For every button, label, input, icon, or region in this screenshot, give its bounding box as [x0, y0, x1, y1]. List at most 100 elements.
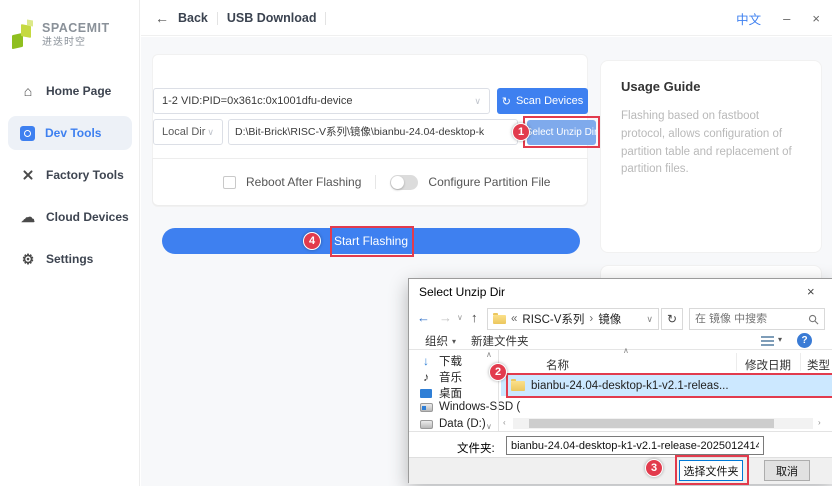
sidebar-item-cloud-devices[interactable]: ☁ Cloud Devices: [8, 200, 132, 234]
address-dropdown-icon[interactable]: ∨: [646, 314, 653, 325]
options-panel: Reboot After Flashing Configure Partitio…: [152, 158, 588, 206]
organize-label: 组织: [425, 333, 448, 349]
sidebar-item-dev-tools[interactable]: Dev Tools: [8, 116, 132, 150]
cancel-button[interactable]: 取消: [764, 460, 810, 481]
refresh-icon: ↻: [502, 95, 511, 108]
step-3-highlight-rect: [675, 455, 749, 485]
device-select[interactable]: 1-2 VID:PID=0x361c:0x1001dfu-device ∨: [153, 88, 490, 114]
sidebar-menu: ⌂ Home Page Dev Tools Factory Tools ☁ Cl…: [8, 74, 132, 284]
search-icon: [808, 314, 819, 325]
nav-history-chevron-icon[interactable]: ∨: [457, 313, 463, 322]
new-folder-button[interactable]: 新建文件夹: [471, 333, 529, 349]
hscroll-thumb[interactable]: [529, 419, 774, 428]
search-box[interactable]: [689, 308, 825, 330]
brand-name: SPACEMIT: [42, 22, 110, 36]
tree-item-label: 音乐: [439, 369, 462, 385]
usage-guide-body: Flashing based on fastboot protocol, all…: [621, 108, 801, 179]
step-2-highlight-rect: [506, 373, 832, 398]
breadcrumb-folder[interactable]: RISC-V系列: [522, 311, 584, 327]
sidebar-item-label: Cloud Devices: [46, 210, 129, 224]
tree-item-label: Data (D:): [439, 418, 486, 430]
tree-item-label: Windows-SSD (: [439, 401, 520, 413]
step-2-badge: 2: [489, 363, 507, 381]
nav-forward-icon[interactable]: →: [439, 310, 452, 325]
caret-down-icon: ▾: [452, 337, 456, 346]
reboot-checkbox[interactable]: [223, 176, 236, 189]
sidebar-item-home[interactable]: ⌂ Home Page: [8, 74, 132, 108]
language-switch[interactable]: 中文: [736, 9, 761, 28]
tree-item-label: 下载: [439, 353, 462, 369]
sidebar-item-settings[interactable]: ⚙ Settings: [8, 242, 132, 276]
organize-menu[interactable]: 组织 ▾: [425, 333, 456, 349]
spacemit-logo-icon: [12, 20, 36, 50]
chevron-down-icon: ∨: [207, 127, 214, 138]
step-3-badge: 3: [645, 459, 663, 477]
search-input[interactable]: [695, 313, 805, 325]
column-header-name[interactable]: 名称: [546, 357, 569, 373]
device-select-value: 1-2 VID:PID=0x361c:0x1001dfu-device: [162, 95, 352, 107]
partition-toggle[interactable]: [390, 175, 418, 190]
tree-item-music[interactable]: ♪ 音乐: [419, 369, 462, 385]
minimize-button[interactable]: –: [783, 11, 790, 26]
dir-path-input[interactable]: D:\Bit-Brick\RISC-V系列\镜像\bianbu-24.04-de…: [228, 119, 518, 145]
sidebar-item-label: Dev Tools: [45, 126, 101, 140]
nav-back-icon[interactable]: ←: [417, 310, 430, 325]
scroll-up-icon[interactable]: ∧: [486, 350, 492, 359]
scroll-down-icon[interactable]: ∨: [486, 422, 492, 431]
disk-icon: [419, 420, 433, 429]
step-4-highlight-rect: [330, 226, 414, 257]
help-icon[interactable]: ?: [797, 333, 812, 348]
brand-logo: SPACEMIT 进迭时空: [12, 20, 110, 50]
breadcrumb-prefix: «: [511, 313, 517, 325]
usage-guide-card: Usage Guide Flashing based on fastboot p…: [600, 60, 822, 253]
breadcrumb-folder[interactable]: 镜像: [598, 311, 621, 327]
music-note-icon: ♪: [419, 370, 433, 384]
tree-item-label: 桌面: [439, 385, 462, 401]
brand-subtitle: 进迭时空: [42, 37, 110, 48]
step-4-badge: 4: [303, 232, 321, 250]
select-unzip-dir-dialog: Select Unzip Dir × ← → ∨ ↑ « RISC-V系列 › …: [408, 278, 832, 483]
dir-mode-value: Local Dir: [162, 126, 205, 138]
back-arrow-icon[interactable]: ←: [155, 10, 169, 26]
factory-tools-icon: [20, 168, 36, 182]
hscroll-right-icon[interactable]: ›: [818, 418, 821, 427]
partition-label: Configure Partition File: [428, 175, 550, 189]
view-mode-icon[interactable]: [761, 336, 774, 346]
scan-devices-button[interactable]: ↻ Scan Devices: [497, 88, 588, 114]
sidebar: SPACEMIT 进迭时空 ⌂ Home Page Dev Tools Fact…: [0, 0, 140, 486]
breadcrumb-separator: ›: [589, 313, 593, 325]
hscroll-left-icon[interactable]: ‹: [503, 418, 506, 427]
sidebar-item-label: Home Page: [46, 84, 111, 98]
step-1-highlight-rect: [523, 116, 600, 148]
column-header-date[interactable]: 修改日期: [745, 357, 791, 373]
topbar: ← Back USB Download 中文 – ×: [141, 0, 832, 36]
dialog-title: Select Unzip Dir: [419, 285, 505, 299]
app-window: SPACEMIT 进迭时空 ⌂ Home Page Dev Tools Fact…: [0, 0, 832, 486]
address-bar[interactable]: « RISC-V系列 › 镜像 ∨: [487, 308, 659, 330]
tree-item-windows-ssd[interactable]: Windows-SSD (: [419, 401, 520, 413]
cloud-icon: ☁: [20, 209, 36, 226]
nav-up-icon[interactable]: ↑: [471, 310, 478, 325]
dir-mode-select[interactable]: Local Dir ∨: [153, 119, 223, 145]
tree-item-downloads[interactable]: ↓ 下载: [419, 353, 462, 369]
refresh-icon[interactable]: ↻: [661, 308, 683, 330]
page-title: USB Download: [227, 11, 317, 25]
chevron-down-icon: ∨: [474, 96, 481, 107]
folder-field-label: 文件夹:: [457, 440, 495, 456]
dialog-close-icon[interactable]: ×: [807, 284, 815, 299]
desktop-icon: [419, 389, 433, 398]
sidebar-item-factory-tools[interactable]: Factory Tools: [8, 158, 132, 192]
folder-name-input[interactable]: [506, 436, 764, 455]
close-button[interactable]: ×: [812, 11, 820, 26]
gear-icon: ⚙: [20, 251, 36, 268]
back-button[interactable]: Back: [178, 11, 208, 25]
view-mode-caret-icon[interactable]: ▾: [778, 335, 782, 344]
home-icon: ⌂: [20, 83, 36, 99]
scan-devices-label: Scan Devices: [516, 95, 583, 107]
sidebar-item-label: Settings: [46, 252, 93, 266]
tree-item-data-d[interactable]: Data (D:): [419, 418, 486, 430]
dev-tools-icon: [20, 126, 35, 141]
column-header-type[interactable]: 类型: [807, 357, 830, 373]
tree-item-desktop[interactable]: 桌面: [419, 385, 462, 401]
disk-icon: [419, 403, 433, 412]
